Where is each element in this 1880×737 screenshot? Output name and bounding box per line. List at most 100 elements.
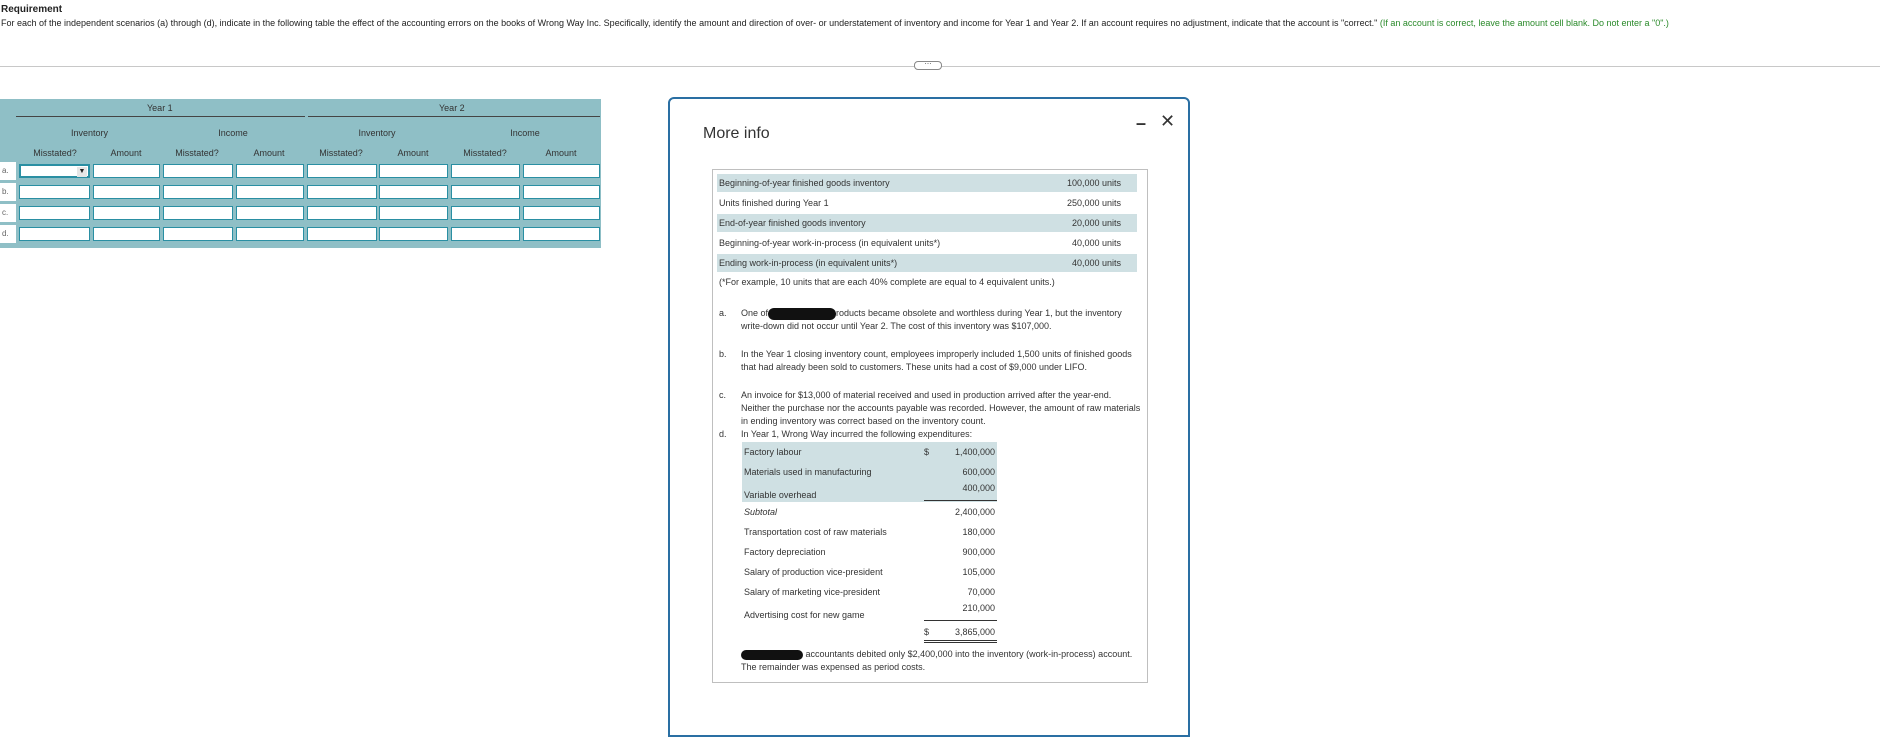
- misstated-select[interactable]: [451, 227, 520, 241]
- misstated-select[interactable]: ▼: [19, 164, 90, 178]
- col-amount-inv-y2: Amount: [397, 148, 429, 158]
- fact-label: End-of-year finished goods inventory: [719, 218, 866, 228]
- misstated-select[interactable]: [451, 185, 520, 199]
- scenario-a: a. One of roducts became obsolete and wor…: [719, 307, 1144, 347]
- expense-amount: 400,000: [962, 483, 995, 493]
- amount-input[interactable]: [379, 185, 448, 199]
- expense-row: Advertising cost for new game 210,000: [742, 602, 997, 622]
- row-label-b: b.: [0, 183, 16, 201]
- expense-amount: 210,000: [962, 603, 995, 613]
- group-income-y2: Income: [510, 128, 540, 138]
- scenario-c: c. An invoice for $13,000 of material re…: [719, 389, 1144, 429]
- expense-row: Salary of production vice-president 105,…: [742, 562, 997, 582]
- col-misstated-inc-y2: Misstated?: [463, 148, 507, 158]
- fact-row: Ending work-in-process (in equivalent un…: [717, 254, 1137, 272]
- group-inventory-y1: Inventory: [70, 128, 109, 138]
- expense-label: Factory depreciation: [744, 547, 826, 557]
- fact-label: Units finished during Year 1: [719, 198, 829, 208]
- scenario-letter: d.: [719, 429, 727, 439]
- footnote: (*For example, 10 units that are each 40…: [719, 277, 1055, 287]
- minimize-button[interactable]: –: [1136, 113, 1146, 134]
- drag-handle[interactable]: ⋯: [914, 61, 942, 70]
- misstated-select[interactable]: [307, 185, 377, 199]
- amount-input[interactable]: [523, 185, 600, 199]
- expense-label: Transportation cost of raw materials: [744, 527, 887, 537]
- more-info-dialog: More info – ✕ Beginning-of-year finished…: [668, 97, 1190, 737]
- amount-input[interactable]: [236, 164, 304, 178]
- scenario-text: In the Year 1 closing inventory count, e…: [741, 349, 1132, 372]
- amount-input[interactable]: [523, 164, 600, 178]
- expense-amount: 180,000: [962, 527, 995, 537]
- fact-value: 250,000 units: [1066, 198, 1121, 208]
- answer-table: Year 1 Year 2 Inventory Income Inventory…: [0, 99, 601, 248]
- expense-row: Factory depreciation 900,000: [742, 542, 997, 562]
- amount-input[interactable]: [236, 185, 304, 199]
- subtotal-rule: [924, 500, 997, 501]
- requirement-hint: (If an account is correct, leave the amo…: [1379, 18, 1669, 28]
- expense-row: Materials used in manufacturing 600,000: [742, 462, 997, 482]
- amount-input[interactable]: [523, 227, 600, 241]
- group-inventory-y2: Inventory: [358, 128, 396, 138]
- dialog-title: More info: [703, 125, 770, 142]
- scenario-letter: b.: [719, 349, 727, 359]
- col-misstated-inc-y1: Misstated?: [175, 148, 219, 158]
- misstated-select[interactable]: [307, 164, 377, 178]
- misstated-select[interactable]: [163, 227, 233, 241]
- fact-row: Beginning-of-year finished goods invento…: [717, 174, 1137, 192]
- fact-value: 40,000 units: [1071, 238, 1121, 248]
- expense-row: Subtotal 2,400,000: [742, 502, 997, 522]
- misstated-select[interactable]: [163, 185, 233, 199]
- info-panel: Beginning-of-year finished goods invento…: [712, 169, 1148, 683]
- double-rule-bottom: [924, 642, 997, 643]
- year-2-header: Year 2: [439, 103, 465, 113]
- scenario-text: In Year 1, Wrong Way incurred the follow…: [741, 429, 973, 439]
- fact-row: End-of-year finished goods inventory 20,…: [717, 214, 1137, 232]
- fact-label: Beginning-of-year work-in-process (in eq…: [719, 238, 941, 248]
- year-2-rule: [308, 116, 600, 117]
- table-row: a. ▼: [0, 162, 601, 182]
- misstated-select[interactable]: [19, 206, 90, 220]
- expense-row: Transportation cost of raw materials 180…: [742, 522, 997, 542]
- scenario-letter: c.: [719, 390, 727, 400]
- expenditures-table: Factory labour $ 1,400,000 Materials use…: [742, 442, 997, 643]
- fact-row: Beginning-of-year work-in-process (in eq…: [717, 234, 1137, 252]
- expense-amount: 2,400,000: [954, 507, 995, 517]
- double-rule-top: [924, 640, 997, 641]
- requirement-text: For each of the independent scenarios (a…: [1, 16, 1876, 30]
- misstated-select[interactable]: [163, 206, 233, 220]
- chevron-down-icon: ▼: [77, 167, 87, 177]
- expense-row: Salary of marketing vice-president 70,00…: [742, 582, 997, 602]
- amount-input[interactable]: [236, 227, 304, 241]
- misstated-select[interactable]: [163, 164, 233, 178]
- fact-label: Ending work-in-process (in equivalent un…: [719, 258, 898, 268]
- misstated-select[interactable]: [451, 164, 520, 178]
- requirement-title: Requirement: [1, 4, 63, 15]
- expense-total: 3,865,000: [954, 627, 995, 637]
- scenario-d: d. In Year 1, Wrong Way incurred the fol…: [719, 428, 1144, 442]
- amount-input[interactable]: [93, 185, 160, 199]
- misstated-select[interactable]: [19, 227, 90, 241]
- close-button[interactable]: ✕: [1160, 111, 1175, 132]
- amount-input[interactable]: [379, 227, 448, 241]
- misstated-select[interactable]: [19, 185, 90, 199]
- misstated-select[interactable]: [307, 227, 377, 241]
- expense-label: Subtotal: [744, 507, 778, 517]
- amount-input[interactable]: [379, 206, 448, 220]
- row-label-c: c.: [0, 204, 16, 222]
- amount-input[interactable]: [379, 164, 448, 178]
- expense-label: Materials used in manufacturing: [744, 467, 872, 477]
- amount-input[interactable]: [523, 206, 600, 220]
- misstated-select[interactable]: [307, 206, 377, 220]
- amount-input[interactable]: [93, 206, 160, 220]
- col-misstated-inv-y2: Misstated?: [319, 148, 363, 158]
- amount-input[interactable]: [236, 206, 304, 220]
- requirement-instructions: For each of the independent scenarios (a…: [1, 18, 1378, 28]
- expense-amount: 105,000: [962, 567, 995, 577]
- amount-input[interactable]: [93, 227, 160, 241]
- expense-row: Variable overhead 400,000: [742, 482, 997, 502]
- misstated-select[interactable]: [451, 206, 520, 220]
- expense-label: Factory labour: [744, 447, 802, 457]
- table-row: d.: [0, 225, 601, 245]
- col-misstated-inv-y1: Misstated?: [33, 148, 77, 158]
- amount-input[interactable]: [93, 164, 160, 178]
